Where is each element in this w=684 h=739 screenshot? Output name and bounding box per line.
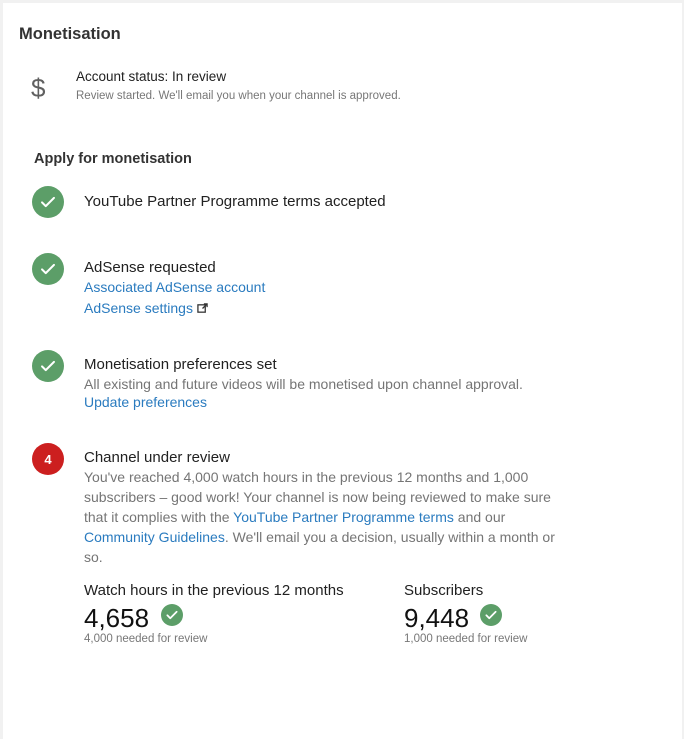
- subscribers-requirement: 1,000 needed for review: [404, 633, 528, 645]
- review-desc-text: and our: [453, 509, 506, 525]
- check-icon: [32, 253, 64, 285]
- step-adsense-title: AdSense requested: [84, 259, 216, 276]
- watch-hours-value: 4,658: [84, 603, 150, 633]
- subscribers-label: Subscribers: [404, 582, 484, 599]
- step-review-desc: You've reached 4,000 watch hours in the …: [84, 467, 559, 567]
- check-icon: [480, 604, 502, 626]
- community-guidelines-link[interactable]: Community Guidelines: [84, 529, 225, 545]
- check-icon: [161, 604, 183, 626]
- monetisation-card: Monetisation $ Account status: In review…: [3, 3, 682, 739]
- step-terms-title: YouTube Partner Programme terms accepted: [84, 193, 386, 210]
- account-status-detail: Review started. We'll email you when you…: [76, 90, 401, 102]
- check-icon: [32, 350, 64, 382]
- page-title: Monetisation: [19, 25, 121, 43]
- adsense-settings-link[interactable]: AdSense settings: [84, 300, 208, 317]
- step-preferences-desc: All existing and future videos will be m…: [84, 376, 523, 392]
- apply-section-title: Apply for monetisation: [34, 151, 192, 167]
- subscribers-value: 9,448: [404, 603, 470, 633]
- step-number-badge: 4: [32, 443, 64, 475]
- step-review-title: Channel under review: [84, 449, 230, 466]
- associated-adsense-link[interactable]: Associated AdSense account: [84, 279, 265, 295]
- dollar-icon: $: [31, 73, 46, 103]
- step-preferences-title: Monetisation preferences set: [84, 356, 277, 373]
- watch-hours-requirement: 4,000 needed for review: [84, 633, 208, 645]
- adsense-settings-label[interactable]: AdSense settings: [84, 300, 193, 316]
- partner-terms-link[interactable]: YouTube Partner Programme terms: [233, 509, 454, 525]
- external-link-icon: [197, 301, 208, 317]
- account-status-label: Account status: In review: [76, 69, 227, 84]
- check-icon: [32, 186, 64, 218]
- watch-hours-label: Watch hours in the previous 12 months: [84, 582, 344, 599]
- update-preferences-link[interactable]: Update preferences: [84, 394, 207, 410]
